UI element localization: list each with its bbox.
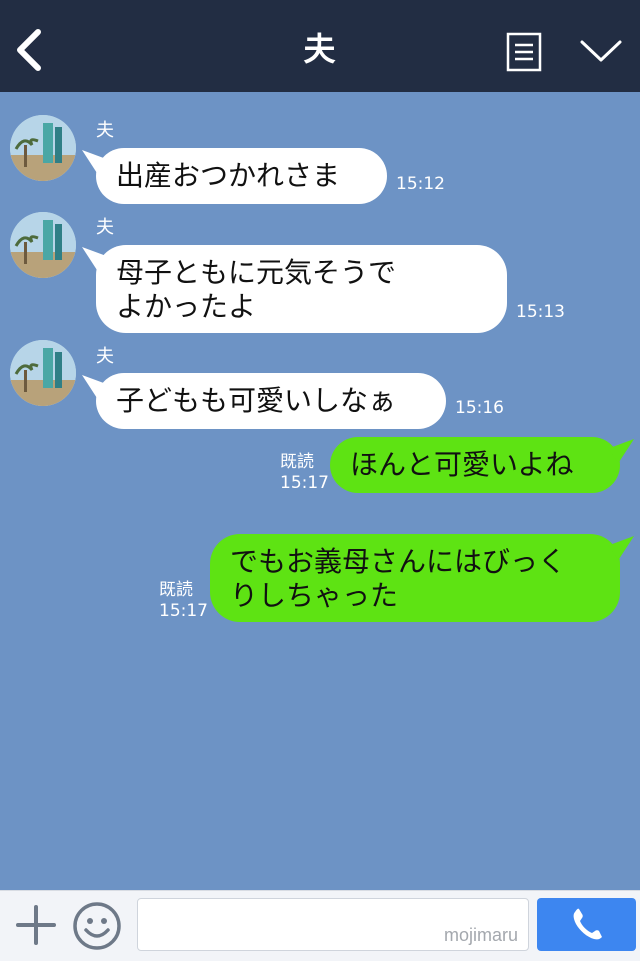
message-text-line: りしちゃった [230, 579, 399, 612]
avatar-photo [10, 340, 76, 406]
message-text-line: でもお義母さんにはびっく [230, 545, 567, 578]
avatar[interactable] [10, 340, 76, 406]
incoming-message-bubble[interactable]: 母子ともに元気そうで よかったよ [96, 245, 507, 333]
sender-name: 夫 [96, 346, 114, 367]
avatar-photo [10, 115, 76, 181]
emoji-button[interactable] [72, 901, 122, 951]
outgoing-message-bubble[interactable]: ほんと可愛いよね [330, 437, 620, 493]
message-time: 15:16 [455, 398, 504, 418]
chat-title: 夫 [303, 30, 337, 68]
phone-icon [573, 908, 602, 940]
incoming-message-bubble[interactable]: 出産おつかれさま [96, 148, 387, 204]
note-menu-button[interactable] [506, 32, 542, 72]
input-bar: mojimaru [0, 890, 640, 961]
dropdown-button[interactable] [578, 36, 624, 66]
avatar[interactable] [10, 212, 76, 278]
avatar-photo [10, 212, 76, 278]
sender-name: 夫 [96, 120, 114, 141]
call-button[interactable] [537, 898, 636, 951]
read-receipt: 既読 15:17 [280, 452, 329, 494]
message-text: 出産おつかれさま [116, 159, 341, 192]
avatar[interactable] [10, 115, 76, 181]
message-time: 15:12 [396, 174, 445, 194]
outgoing-message-bubble[interactable]: でもお義母さんにはびっく りしちゃった [210, 534, 620, 622]
incoming-message-bubble[interactable]: 子どもも可愛いしなぁ [96, 373, 446, 429]
message-time: 15:17 [159, 601, 208, 621]
read-receipt: 既読 15:17 [159, 580, 208, 622]
add-button[interactable] [14, 903, 58, 947]
message-time: 15:17 [280, 473, 329, 493]
message-text-line: よかったよ [116, 290, 257, 323]
watermark-text: mojimaru [443, 925, 518, 945]
plus-icon [16, 905, 56, 945]
read-label: 既読 [280, 452, 314, 472]
message-input[interactable]: mojimaru [137, 898, 529, 951]
read-label: 既読 [159, 580, 193, 600]
chevron-down-icon [580, 40, 622, 62]
message-text: ほんと可愛いよね [350, 448, 574, 481]
smiley-icon [73, 902, 121, 950]
note-menu-icon [506, 32, 542, 72]
sender-name: 夫 [96, 217, 114, 238]
message-text-line: 母子ともに元気そうで [116, 256, 397, 289]
message-text: 子どもも可愛いしなぁ [116, 384, 397, 417]
message-time: 15:13 [516, 302, 565, 322]
chat-header: 夫 [0, 0, 640, 92]
